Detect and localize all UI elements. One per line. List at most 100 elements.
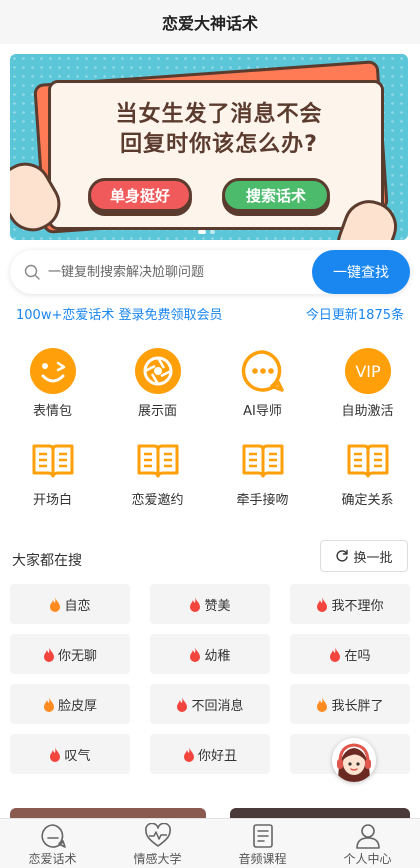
course-cards-peek: [0, 808, 420, 818]
feature-label: 牵手接吻: [236, 493, 289, 508]
feature-hand-kiss[interactable]: 牵手接吻: [210, 437, 315, 508]
trending-tag[interactable]: 叹气: [10, 734, 130, 774]
daily-update-count: 今日更新1875条: [305, 307, 404, 323]
trending-tag[interactable]: 我不理你: [290, 584, 410, 624]
trending-tag[interactable]: 幼稚: [150, 634, 270, 674]
flame-icon: [43, 646, 54, 662]
promo-row: 100w+恋爱话术 登录免费领取会员 今日更新1875条: [16, 302, 404, 324]
tab-label: 个人中心: [343, 852, 392, 866]
vip-icon-text: VIP: [355, 362, 381, 381]
flame-icon: [317, 596, 328, 612]
trending-tag-label: 你好丑: [197, 748, 237, 764]
refresh-label: 换一批: [353, 550, 393, 566]
feature-label: 开场白: [32, 493, 72, 508]
trending-title: 大家都在搜: [12, 553, 82, 569]
banner-title-line1: 当女生发了消息不会: [115, 102, 323, 127]
search-icon: [24, 264, 40, 280]
search-button[interactable]: 一键查找: [312, 250, 410, 294]
trending-tag-label: 幼稚: [204, 648, 231, 664]
flame-icon: [43, 696, 54, 712]
promo-banner[interactable]: 当女生发了消息不会 回复时你该怎么办? 单身挺好 搜索话术: [10, 54, 408, 240]
book-icon: [347, 444, 388, 478]
camera-aperture-icon: [134, 348, 181, 394]
trending-tag-label: 自恋: [64, 598, 91, 614]
tab-label: 恋爱话术: [28, 852, 77, 866]
feature-label: 确定关系: [341, 493, 394, 508]
tab-dating-scripts[interactable]: 恋爱话术: [0, 819, 105, 868]
main-content[interactable]: 当女生发了消息不会 回复时你该怎么办? 单身挺好 搜索话术 一键查找 100w+…: [0, 44, 420, 818]
book-icon: [242, 444, 283, 478]
trending-tag[interactable]: 不回消息: [150, 684, 270, 724]
flame-icon: [190, 646, 201, 662]
support-girl-icon: [332, 738, 376, 782]
tab-label: 情感大学: [133, 852, 182, 866]
book-icon: [32, 444, 73, 478]
document-icon: [252, 824, 273, 848]
trending-tag-label: 在吗: [344, 648, 371, 664]
course-card-peek[interactable]: [10, 808, 206, 818]
banner-title: 当女生发了消息不会 回复时你该怎么办?: [94, 100, 344, 160]
flame-icon: [50, 596, 61, 612]
chat-face-icon: [40, 824, 66, 848]
banner-indicator-dot: [210, 230, 215, 234]
refresh-button[interactable]: 换一批: [320, 540, 408, 572]
trending-tag-label: 我不理你: [331, 598, 384, 614]
user-icon: [355, 824, 380, 849]
banner-title-line2: 回复时你该怎么办?: [120, 132, 318, 157]
tab-audio-courses[interactable]: 音频课程: [210, 819, 315, 868]
flame-icon: [50, 746, 61, 762]
tab-emotion-university[interactable]: 情感大学: [105, 819, 210, 868]
trending-tag[interactable]: 你好丑: [150, 734, 270, 774]
feature-label: AI导师: [243, 404, 282, 419]
flame-icon: [330, 646, 341, 662]
customer-service-avatar[interactable]: [332, 738, 376, 782]
banner-single-button[interactable]: 单身挺好: [88, 178, 192, 212]
trending-tag[interactable]: 你无聊: [10, 634, 130, 674]
feature-opening-lines[interactable]: 开场白: [0, 437, 105, 508]
bottom-tab-bar: 恋爱话术 情感大学 音频课程 个人中心: [0, 818, 420, 868]
banner-indicator-dot: [198, 230, 206, 234]
trending-tag-label: 叹气: [64, 748, 91, 764]
banner-search-button[interactable]: 搜索话术: [222, 178, 330, 212]
search-bar: 一键查找: [10, 250, 410, 294]
flame-icon: [177, 696, 188, 712]
heart-pulse-icon: [144, 823, 171, 847]
feature-label: 展示面: [137, 404, 177, 419]
course-card-peek[interactable]: [230, 808, 410, 818]
feature-self-activate[interactable]: VIP 自助激活: [315, 348, 420, 419]
trending-tag-label: 不回消息: [191, 698, 244, 714]
book-icon: [137, 444, 178, 478]
vip-icon: VIP: [344, 348, 391, 394]
tab-profile[interactable]: 个人中心: [315, 819, 420, 868]
feature-relationship[interactable]: 确定关系: [315, 437, 420, 508]
feature-date-invite[interactable]: 恋爱邀约: [105, 437, 210, 508]
flame-icon: [190, 596, 201, 612]
flame-icon: [183, 746, 194, 762]
trending-tag-label: 赞美: [204, 598, 231, 614]
feature-emoji-pack[interactable]: 表情包: [0, 348, 105, 419]
feature-label: 表情包: [32, 404, 72, 419]
trending-tag-label: 我长胖了: [331, 698, 384, 714]
wink-face-icon: [29, 348, 76, 394]
trending-tag[interactable]: 我长胖了: [290, 684, 410, 724]
trending-tag[interactable]: 脸皮厚: [10, 684, 130, 724]
banner-indicator: [198, 230, 220, 234]
trending-tag[interactable]: 自恋: [10, 584, 130, 624]
tab-label: 音频课程: [238, 852, 287, 866]
feature-grid: 表情包 展示面 AI导师 VIP 自助激活 开场白 恋爱邀约 牵手接吻 确定关系: [0, 348, 420, 508]
trending-tag[interactable]: 赞美: [150, 584, 270, 624]
promo-login-link[interactable]: 100w+恋爱话术 登录免费领取会员: [16, 304, 222, 323]
nav-bar: 恋爱大神话术: [0, 0, 420, 44]
chat-bubble-icon: [241, 350, 284, 392]
feature-showcase[interactable]: 展示面: [105, 348, 210, 419]
trending-tag[interactable]: 在吗: [290, 634, 410, 674]
trending-tag-label: 脸皮厚: [57, 698, 97, 714]
feature-label: 自助激活: [341, 404, 394, 419]
search-input[interactable]: [48, 250, 308, 294]
feature-label: 恋爱邀约: [131, 493, 184, 508]
page-title: 恋爱大神话术: [161, 14, 258, 33]
flame-icon: [317, 696, 328, 712]
trending-tag-label: 你无聊: [57, 648, 97, 664]
feature-ai-mentor[interactable]: AI导师: [210, 348, 315, 419]
refresh-icon: [336, 549, 349, 562]
